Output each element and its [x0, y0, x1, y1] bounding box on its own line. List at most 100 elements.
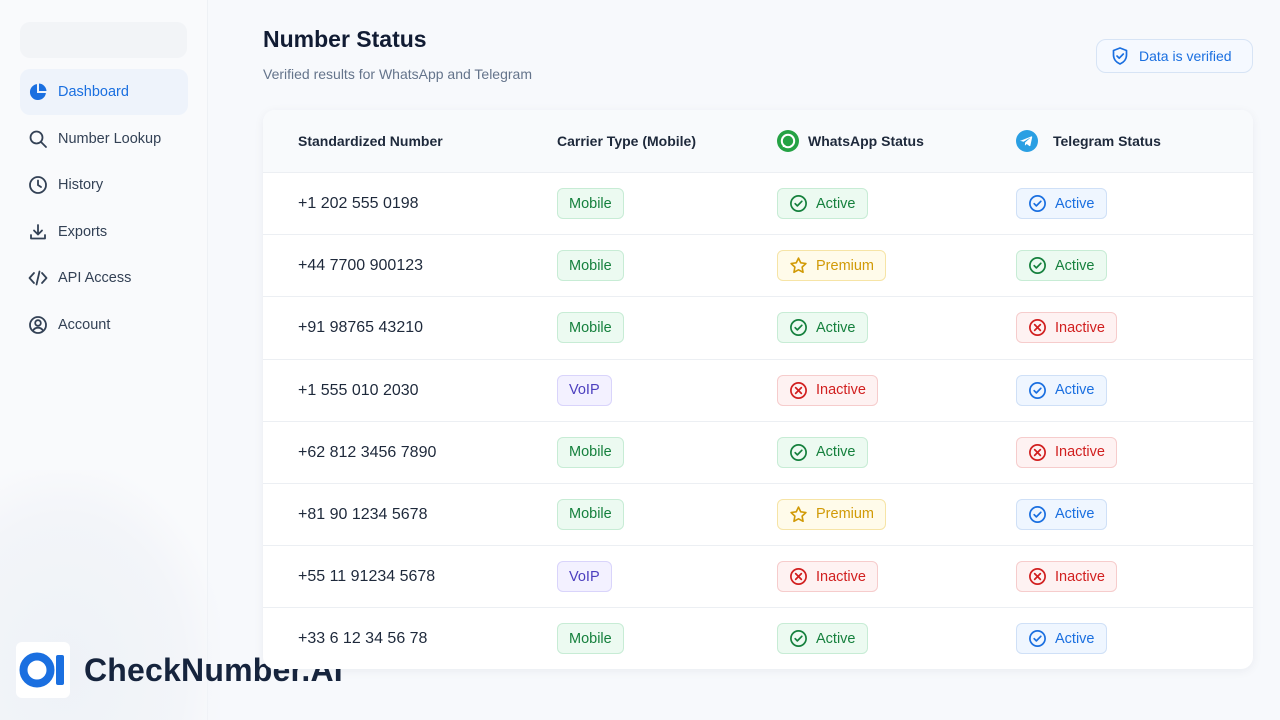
- status-label: Active: [1055, 195, 1095, 212]
- sidebar-item-label: Account: [58, 316, 111, 333]
- status-label: Active: [816, 319, 856, 336]
- check-circle-icon: [1028, 629, 1055, 648]
- telegram-status-badge: Active: [1016, 623, 1107, 655]
- pie-chart-icon: [28, 82, 48, 102]
- sidebar: Dashboard Number Lookup History Exports …: [0, 0, 220, 720]
- telegram-icon: [1016, 130, 1038, 152]
- star-icon: [789, 505, 816, 524]
- phone-number: +81 90 1234 5678: [298, 505, 428, 523]
- table-row[interactable]: +81 90 1234 5678 Mobile Premium Active: [263, 482, 1253, 545]
- whatsapp-status-badge: Premium: [777, 250, 887, 282]
- check-circle-icon: [1028, 505, 1055, 524]
- check-circle-icon: [789, 443, 816, 462]
- sidebar-item-label: Number Lookup: [58, 130, 162, 147]
- x-circle-icon: [1028, 443, 1055, 462]
- table-row[interactable]: +91 98765 43210 Mobile Active Inactive: [263, 296, 1253, 358]
- sidebar-item-label: History: [58, 177, 104, 193]
- shield-check-icon: [1112, 47, 1128, 65]
- sidebar-item-number-lookup[interactable]: Number Lookup: [20, 116, 188, 162]
- telegram-status-badge: Active: [1016, 188, 1107, 219]
- status-label: Active: [816, 630, 856, 647]
- page-subtitle: Verified results for WhatsApp and Telegr…: [263, 66, 532, 82]
- page-title: Number Status: [263, 26, 427, 52]
- phone-number: +1 202 555 0198: [298, 195, 419, 212]
- column-header-whatsapp: WhatsApp Status: [776, 110, 924, 172]
- telegram-status-badge: Active: [1016, 498, 1107, 530]
- phone-number: +1 555 010 2030: [298, 381, 419, 399]
- phone-number: +55 11 91234 5678: [298, 568, 436, 586]
- whatsapp-status-badge: Active: [777, 312, 868, 344]
- column-header-label: Telegram Status: [1053, 133, 1161, 149]
- telegram-status-badge: Active: [1016, 250, 1107, 282]
- carrier-badge: VoIP: [557, 374, 612, 406]
- carrier-badge: Mobile: [557, 312, 624, 344]
- check-circle-icon: [1028, 194, 1055, 213]
- column-header-telegram: Telegram Status: [1015, 110, 1161, 172]
- status-label: Inactive: [816, 568, 866, 585]
- whatsapp-status-badge: Inactive: [777, 374, 878, 406]
- search-icon: [28, 129, 48, 149]
- carrier-badge: Mobile: [557, 623, 624, 655]
- status-label: Inactive: [1055, 444, 1105, 461]
- carrier-label: Mobile: [569, 630, 612, 647]
- check-circle-icon: [789, 194, 816, 213]
- number-status-table: Standardized Number Carrier Type (Mobile…: [263, 110, 1253, 669]
- check-circle-icon: [789, 318, 816, 337]
- carrier-label: Mobile: [569, 257, 612, 274]
- carrier-label: Mobile: [569, 195, 612, 212]
- sidebar-item-label: Exports: [58, 223, 108, 240]
- column-header-number: Standardized Number: [298, 110, 443, 172]
- phone-number: +62 812 3456 7890: [298, 443, 437, 461]
- verified-badge: Data is verified: [1096, 39, 1253, 73]
- carrier-badge: VoIP: [557, 561, 612, 593]
- carrier-badge: Mobile: [557, 498, 624, 530]
- ai-logo-icon: [16, 642, 70, 698]
- carrier-label: VoIP: [569, 382, 600, 399]
- x-circle-icon: [1028, 318, 1055, 337]
- sidebar-item-exports[interactable]: Exports: [20, 209, 188, 255]
- whatsapp-status-badge: Premium: [777, 498, 887, 530]
- telegram-status-badge: Active: [1016, 374, 1107, 406]
- whatsapp-status-badge: Active: [777, 436, 868, 468]
- carrier-label: Mobile: [569, 444, 612, 461]
- x-circle-icon: [1028, 567, 1055, 586]
- table-header: Standardized Number Carrier Type (Mobile…: [263, 110, 1253, 172]
- table-row[interactable]: +1 555 010 2030 VoIP Inactive Active: [263, 358, 1253, 421]
- table-row[interactable]: +55 11 91234 5678 VoIP Inactive Inactive: [263, 545, 1253, 607]
- table-row[interactable]: +1 202 555 0198 Mobile Active Active: [263, 172, 1253, 234]
- status-label: Active: [816, 444, 856, 461]
- whatsapp-icon: [777, 130, 799, 152]
- status-label: Active: [1055, 382, 1095, 399]
- table-row[interactable]: +62 812 3456 7890 Mobile Active Inactive: [263, 420, 1253, 483]
- check-circle-icon: [1028, 256, 1055, 275]
- telegram-status-badge: Inactive: [1016, 436, 1117, 468]
- status-label: Active: [1055, 257, 1095, 274]
- column-header-label: WhatsApp Status: [808, 133, 924, 149]
- column-header-label: Carrier Type (Mobile): [557, 133, 696, 149]
- sidebar-nav: Dashboard Number Lookup History Exports …: [20, 69, 188, 348]
- sidebar-item-label: API Access: [58, 270, 132, 286]
- sidebar-item-account[interactable]: Account: [20, 302, 188, 348]
- brand-placeholder: [20, 22, 187, 58]
- sidebar-item-history[interactable]: History: [20, 162, 188, 208]
- telegram-status-badge: Inactive: [1016, 561, 1117, 593]
- table-row[interactable]: +44 7700 900123 Mobile Premium Active: [263, 234, 1253, 296]
- phone-number: +91 98765 43210: [298, 319, 424, 337]
- whatsapp-status-badge: Inactive: [777, 561, 878, 593]
- status-label: Premium: [816, 257, 875, 274]
- table-body: +1 202 555 0198 Mobile Active Active +44 770…: [263, 172, 1253, 669]
- status-label: Premium: [816, 506, 875, 523]
- whatsapp-status-badge: Active: [777, 623, 868, 655]
- check-circle-icon: [789, 629, 816, 648]
- whatsapp-status-badge: Active: [777, 188, 868, 219]
- sidebar-item-dashboard[interactable]: Dashboard: [20, 69, 188, 115]
- status-label: Inactive: [1055, 568, 1105, 585]
- phone-number: +44 7700 900123: [298, 257, 424, 275]
- status-label: Inactive: [1055, 319, 1105, 336]
- star-icon: [789, 256, 816, 275]
- sidebar-item-api-access[interactable]: API Access: [20, 255, 188, 301]
- carrier-badge: Mobile: [557, 436, 624, 468]
- table-row[interactable]: +33 6 12 34 56 78 Mobile Active Active: [263, 607, 1253, 669]
- column-header-carrier: Carrier Type (Mobile): [557, 110, 696, 172]
- status-label: Inactive: [816, 382, 866, 399]
